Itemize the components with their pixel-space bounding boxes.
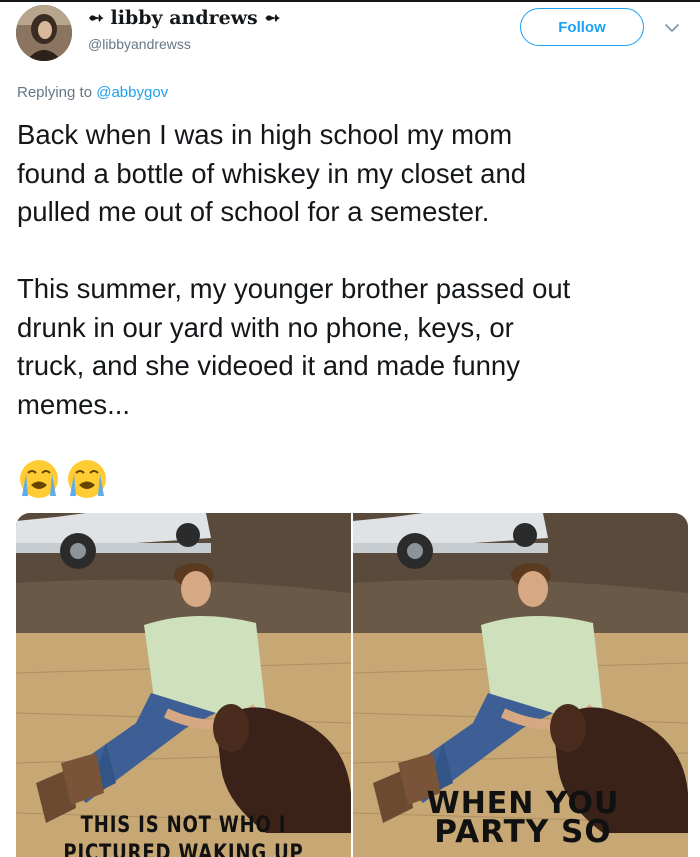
top-divider xyxy=(0,0,700,2)
follow-button[interactable]: Follow xyxy=(520,8,644,46)
loudly-crying-face-icon xyxy=(20,460,58,498)
reply-context: Replying to @abbygov xyxy=(17,84,168,101)
meme-caption-line: PARTY SO xyxy=(434,814,612,850)
reply-prefix: Replying to xyxy=(17,84,93,101)
emoji-row xyxy=(17,458,109,500)
media-image-right[interactable]: WHEN YOU PARTY SO xyxy=(353,513,688,857)
reply-mention-link[interactable]: @abbygov xyxy=(96,84,168,101)
media-image-left[interactable]: THIS IS NOT WHO I PICTURED WAKING UP xyxy=(16,513,351,857)
chevron-down-icon[interactable] xyxy=(664,22,680,34)
media-grid: THIS IS NOT WHO I PICTURED WAKING UP WHE… xyxy=(16,513,688,857)
meme-caption-line: THIS IS NOT WHO I xyxy=(80,813,287,838)
author-handle[interactable]: @libbyandrewss xyxy=(88,36,191,52)
loudly-crying-face-icon xyxy=(68,460,106,498)
avatar[interactable] xyxy=(16,5,72,61)
tweet-text: Back when I was in high school my mom fo… xyxy=(17,119,571,420)
meme-caption-line: PICTURED WAKING UP xyxy=(63,841,304,857)
author-display-name[interactable]: ➻ libby andrews ➻ xyxy=(88,6,280,30)
